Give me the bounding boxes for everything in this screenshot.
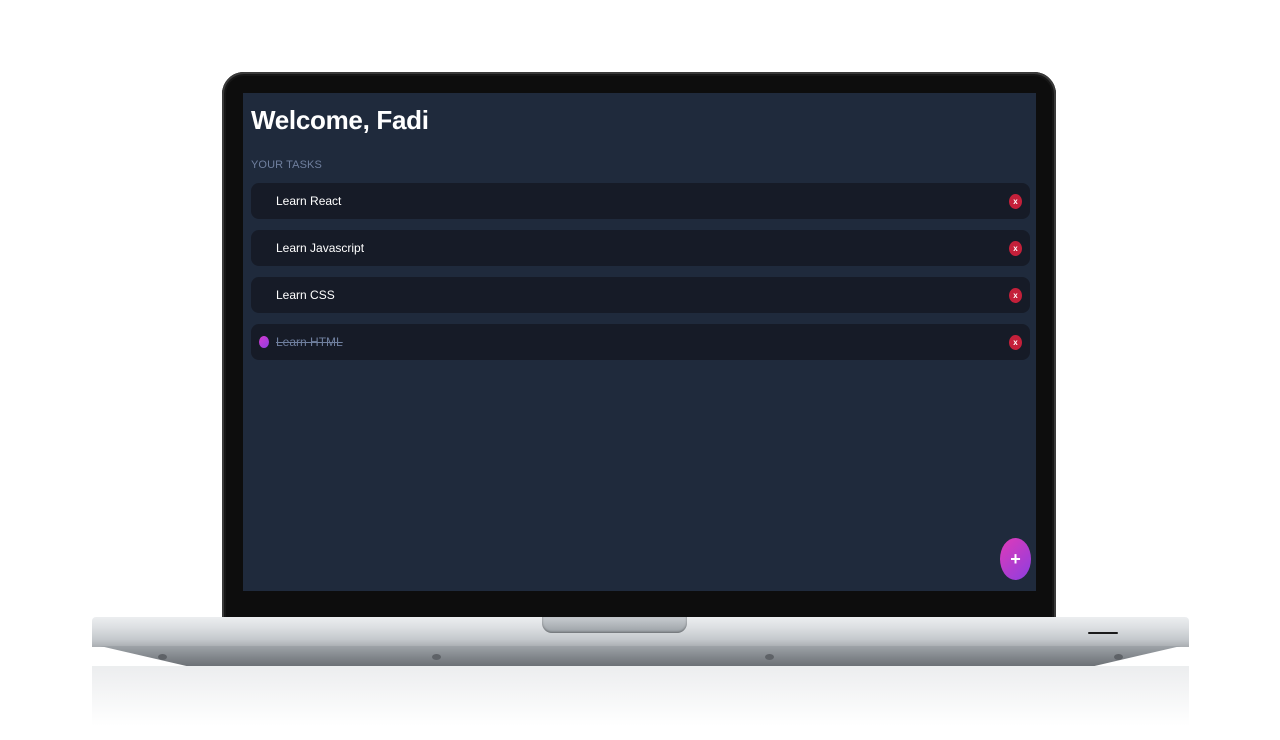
close-icon: x — [1013, 291, 1018, 300]
task-label: Learn CSS — [276, 288, 335, 302]
delete-task-button[interactable]: x — [1009, 335, 1022, 350]
task-item[interactable]: Learn CSS x — [251, 277, 1030, 313]
laptop-slot — [1088, 632, 1118, 634]
close-icon: x — [1013, 338, 1018, 347]
task-list: Learn React x Learn Javascript x Learn C… — [251, 183, 1030, 371]
delete-task-button[interactable]: x — [1009, 288, 1022, 303]
task-item[interactable]: Learn React x — [251, 183, 1030, 219]
laptop-foot — [158, 654, 167, 660]
task-label: Learn Javascript — [276, 241, 365, 255]
add-task-button[interactable]: + — [1000, 538, 1031, 580]
task-item-completed[interactable]: Learn HTML x — [251, 324, 1030, 360]
laptop-foot — [765, 654, 774, 660]
task-label: Learn HTML — [276, 335, 343, 349]
page-title: Welcome, Fadi — [251, 105, 429, 135]
close-icon: x — [1013, 244, 1018, 253]
laptop-foot — [432, 654, 441, 660]
check-dot-icon[interactable] — [259, 336, 269, 348]
laptop-hinge-notch — [542, 617, 687, 633]
task-checkbox[interactable] — [259, 195, 269, 207]
task-checkbox[interactable] — [259, 242, 269, 254]
laptop-foot — [1114, 654, 1123, 660]
task-label: Learn React — [276, 194, 342, 208]
laptop-mockup: Welcome, Fadi YOUR TASKS Learn React x L… — [0, 0, 1280, 740]
app-screen: Welcome, Fadi YOUR TASKS Learn React x L… — [243, 93, 1036, 591]
delete-task-button[interactable]: x — [1009, 241, 1022, 256]
tasks-section-label: YOUR TASKS — [251, 159, 322, 171]
plus-icon: + — [1010, 549, 1021, 569]
delete-task-button[interactable]: x — [1009, 194, 1022, 209]
task-item[interactable]: Learn Javascript x — [251, 230, 1030, 266]
laptop-base-underside — [100, 646, 1181, 666]
close-icon: x — [1013, 197, 1018, 206]
laptop-reflection — [92, 666, 1189, 726]
task-checkbox[interactable] — [259, 289, 269, 301]
